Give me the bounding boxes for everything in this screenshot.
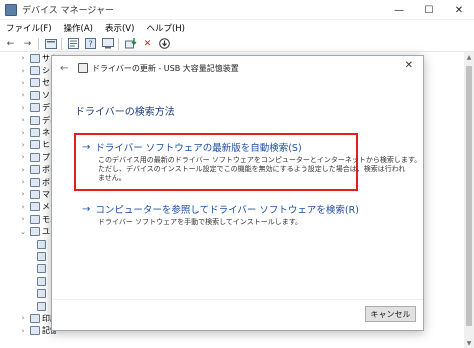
dialog-back-button[interactable]: ← (60, 63, 74, 74)
tree-chevron-icon[interactable]: › (18, 190, 28, 198)
option-auto-search-desc-3: ません。 (98, 174, 126, 182)
device-category-icon (30, 202, 40, 212)
device-category-icon (30, 103, 40, 113)
dialog-footer-divider (52, 299, 423, 300)
tree-chevron-icon[interactable]: › (18, 215, 28, 223)
download-icon[interactable] (158, 38, 171, 50)
dialog-title: ドライバーの更新 - USB 大容量記憶装置 (92, 63, 239, 73)
device-category-icon (30, 313, 40, 323)
scroll-up-icon[interactable]: ▲ (464, 52, 474, 62)
device-manager-icon (5, 3, 17, 16)
toolbar-separator (61, 37, 62, 50)
device-category-icon (36, 239, 46, 249)
toolbar: ← → ? ✕ (0, 36, 474, 52)
tree-chevron-icon[interactable]: › (18, 67, 28, 75)
arrow-right-icon: → (82, 141, 91, 153)
scan-hardware-icon[interactable] (101, 38, 114, 50)
tree-chevron-icon[interactable]: › (18, 129, 28, 137)
help-icon[interactable]: ? (84, 38, 97, 50)
option-auto-search[interactable]: → ドライバー ソフトウェアの最新版を自動検索(S) このデバイス用の最新のドラ… (82, 140, 421, 183)
window-controls: — ☐ ✕ (384, 0, 474, 20)
tree-chevron-icon[interactable]: › (18, 104, 28, 112)
option-auto-search-title[interactable]: ドライバー ソフトウェアの最新版を自動検索(S) (95, 140, 301, 154)
toolbar-separator (38, 37, 39, 50)
option-browse-computer-desc: ドライバー ソフトウェアを手動で検索してインストールします。 (98, 218, 303, 226)
toolbar-separator (118, 37, 119, 50)
device-category-icon (36, 289, 46, 299)
maximize-button[interactable]: ☐ (414, 0, 444, 20)
scrollbar-thumb[interactable] (466, 66, 472, 326)
device-category-icon (30, 78, 40, 88)
uninstall-device-icon[interactable]: ✕ (141, 38, 154, 50)
menu-file[interactable]: ファイル(F) (6, 22, 52, 34)
tree-chevron-icon[interactable]: › (18, 166, 28, 174)
device-category-icon (30, 326, 40, 336)
forward-arrow-icon[interactable]: → (21, 38, 34, 50)
device-category-icon (30, 140, 40, 150)
menu-view[interactable]: 表示(V) (105, 22, 134, 34)
usb-device-icon (78, 63, 88, 73)
device-category-icon (30, 165, 40, 175)
tree-chevron-icon[interactable]: › (18, 91, 28, 99)
device-tree-icon[interactable] (44, 38, 57, 50)
tree-chevron-icon[interactable]: › (18, 314, 28, 322)
option-auto-search-desc-1: このデバイス用の最新のドライバー ソフトウェアをコンピューターとインターネットか… (98, 156, 422, 164)
device-category-icon (36, 276, 46, 286)
device-category-icon (36, 301, 46, 311)
tree-chevron-icon[interactable]: › (18, 141, 28, 149)
tree-chevron-icon[interactable]: › (18, 54, 28, 62)
dialog-heading: ドライバーの検索方法 (75, 107, 175, 118)
device-category-icon (30, 227, 40, 237)
tree-chevron-icon[interactable]: › (18, 327, 28, 335)
menu-bar: ファイル(F) 操作(A) 表示(V) ヘルプ(H) (0, 20, 474, 36)
vertical-scrollbar[interactable]: ▲ ▼ (464, 52, 474, 348)
close-button[interactable]: ✕ (444, 0, 474, 20)
back-arrow-icon[interactable]: ← (4, 38, 17, 50)
arrow-right-icon: → (82, 203, 91, 215)
tree-chevron-icon[interactable]: › (18, 153, 28, 161)
menu-help[interactable]: ヘルプ(H) (146, 22, 185, 34)
device-category-icon (36, 264, 46, 274)
update-driver-icon[interactable] (124, 38, 137, 50)
device-category-icon (30, 189, 40, 199)
device-category-icon (30, 214, 40, 224)
device-category-icon (30, 128, 40, 138)
properties-icon[interactable] (67, 38, 80, 50)
menu-action[interactable]: 操作(A) (64, 22, 93, 34)
device-category-icon (30, 66, 40, 76)
option-browse-computer-title[interactable]: コンピューターを参照してドライバー ソフトウェアを検索(R) (95, 202, 359, 216)
device-category-icon (30, 152, 40, 162)
tree-chevron-icon[interactable]: › (18, 116, 28, 124)
minimize-button[interactable]: — (384, 0, 414, 20)
cancel-button[interactable]: キャンセル (365, 306, 416, 322)
title-bar: デバイス マネージャー — ☐ ✕ (0, 0, 474, 20)
tree-chevron-icon[interactable]: › (18, 79, 28, 87)
option-browse-computer[interactable]: → コンピューターを参照してドライバー ソフトウェアを検索(R) ドライバー ソ… (82, 202, 359, 227)
device-category-icon (30, 115, 40, 125)
window-title: デバイス マネージャー (22, 6, 114, 16)
device-category-icon (30, 177, 40, 187)
dialog-header: ← ドライバーの更新 - USB 大容量記憶装置 ✕ (52, 56, 423, 80)
device-category-icon (36, 251, 46, 261)
tree-chevron-icon[interactable]: › (18, 203, 28, 211)
option-auto-search-highlight: → ドライバー ソフトウェアの最新版を自動検索(S) このデバイス用の最新のドラ… (74, 133, 421, 191)
scroll-down-icon[interactable]: ▼ (464, 338, 474, 348)
device-category-icon (30, 53, 40, 63)
update-driver-dialog: ← ドライバーの更新 - USB 大容量記憶装置 ✕ ドライバーの検索方法 → … (51, 55, 424, 331)
tree-chevron-icon[interactable]: › (18, 178, 28, 186)
dialog-close-button[interactable]: ✕ (405, 60, 413, 71)
device-category-icon (30, 90, 40, 100)
option-auto-search-desc-2: ただし、デバイスのインストール設定でこの機能を無効にするよう設定した場合は、検索… (98, 165, 406, 173)
tree-chevron-icon[interactable]: ⌄ (18, 228, 28, 236)
svg-text:?: ? (89, 40, 93, 49)
